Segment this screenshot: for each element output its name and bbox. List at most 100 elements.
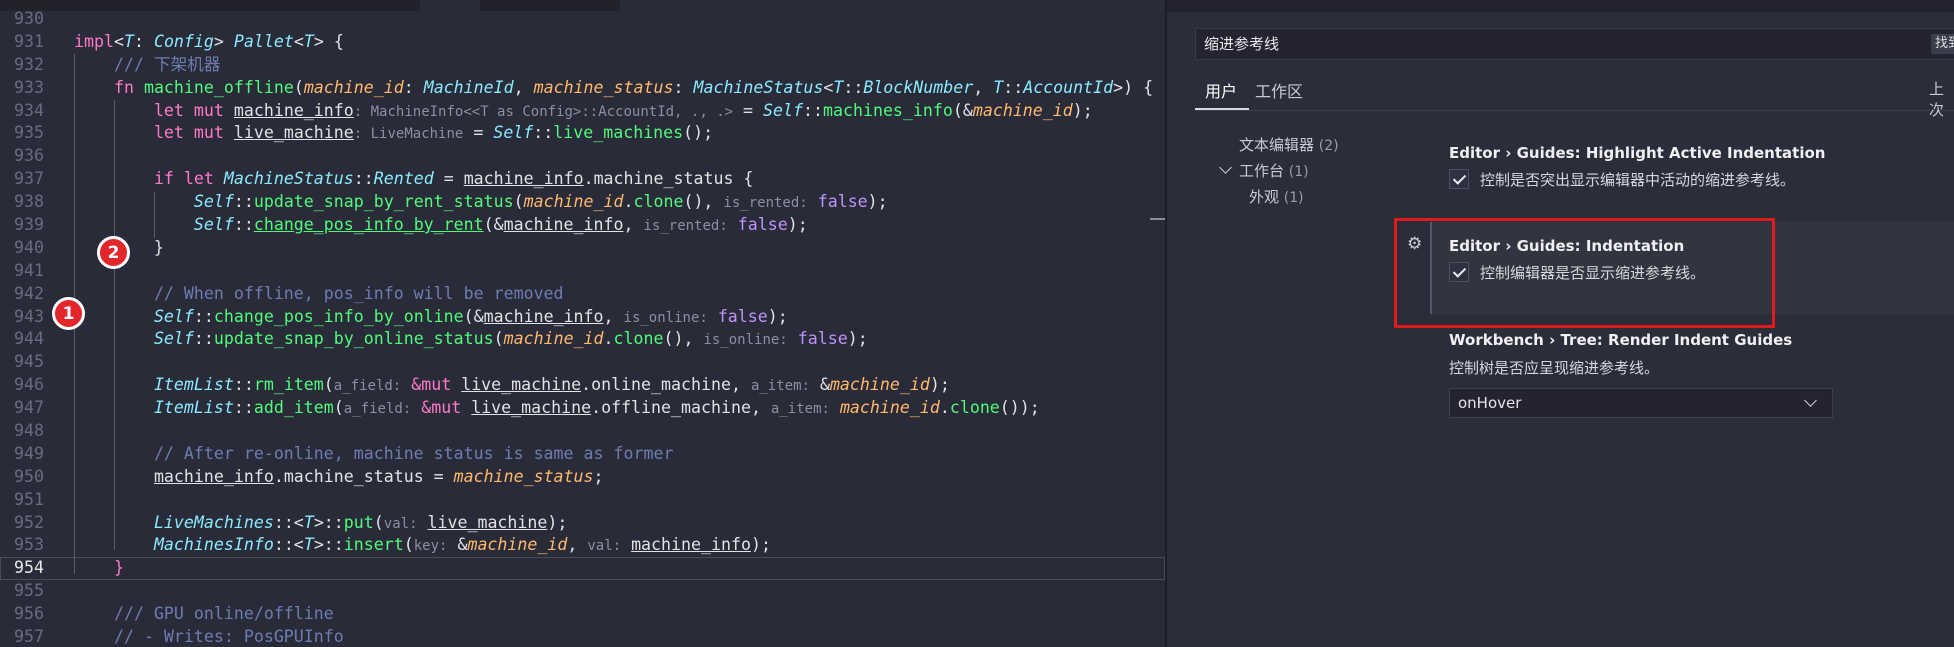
code-line[interactable]: 942 // When offline, pos_info will be re… xyxy=(0,283,1165,306)
line-number: 948 xyxy=(14,421,44,441)
code-line[interactable]: 935 let mut live_machine: LiveMachine = … xyxy=(0,122,1165,145)
search-results-button[interactable]: 找到 xyxy=(1931,34,1954,54)
line-number: 944 xyxy=(14,329,44,349)
annotation-badge-2: 2 xyxy=(97,236,130,269)
highlight-box xyxy=(1394,218,1775,328)
line-code: // - Writes: PosGPUInfo xyxy=(113,627,344,647)
setting-desc-highlight-active: 控制是否突出显示编辑器中活动的缩进参考线。 xyxy=(1480,171,1796,189)
toc-item-workbench[interactable]: 工作台 (1) xyxy=(1239,160,1309,181)
render-indent-guides-select[interactable]: onHover xyxy=(1449,388,1833,418)
checkbox-highlight-active[interactable] xyxy=(1449,169,1469,189)
code-line[interactable]: 947 ItemList::add_item(a_field: &mut liv… xyxy=(0,397,1165,420)
code-lines: 930 931 impl<T: Config> Pallet<T> { 932 ///… xyxy=(0,8,1165,647)
tab-user[interactable]: 用户 xyxy=(1205,78,1237,102)
code-line[interactable]: 937 if let MachineStatus::Rented = machi… xyxy=(0,168,1165,191)
toc-count: (2) xyxy=(1318,138,1339,154)
toc-label: 外观 xyxy=(1249,188,1280,206)
line-number: 945 xyxy=(14,352,44,372)
code-line[interactable]: 949 // After re-online, machine status i… xyxy=(0,443,1165,466)
setting-title-highlight-active: Editor › Guides: Highlight Active Indent… xyxy=(1449,144,1826,162)
line-code: fn machine_offline(machine_id: MachineId… xyxy=(113,77,1154,97)
setting-desc-tree-indent: 控制树是否应呈现缩进参考线。 xyxy=(1449,359,1660,377)
line-code: let mut machine_info: MachineInfo<<T as … xyxy=(153,100,1093,120)
code-line[interactable]: 953 MachinesInfo::<T>::insert(key: &mach… xyxy=(0,534,1165,557)
last-sync-label: 上次 xyxy=(1929,80,1945,119)
line-code: MachinesInfo::<T>::insert(key: &machine_… xyxy=(153,535,771,555)
code-line[interactable]: 931 impl<T: Config> Pallet<T> { xyxy=(0,31,1165,54)
line-number: 938 xyxy=(14,192,44,212)
code-line[interactable]: 933 fn machine_offline(machine_id: Machi… xyxy=(0,77,1165,100)
tab-divider xyxy=(1195,110,1954,111)
line-code: ItemList::add_item(a_field: &mut live_ma… xyxy=(153,398,1040,418)
code-line[interactable]: 956 /// GPU online/offline xyxy=(0,603,1165,626)
code-line[interactable]: 950 machine_info.machine_status = machin… xyxy=(0,466,1165,489)
line-code: } xyxy=(113,558,124,578)
toc-count: (1) xyxy=(1283,190,1304,206)
code-editor[interactable]: 930 931 impl<T: Config> Pallet<T> { 932 ///… xyxy=(0,0,1165,647)
line-code: /// 下架机器 xyxy=(113,54,221,74)
line-code: // When offline, pos_info will be remove… xyxy=(153,283,564,303)
chevron-down-icon[interactable] xyxy=(1219,161,1232,174)
indent-guide-2 xyxy=(114,100,115,550)
code-line[interactable]: 941 xyxy=(0,260,1165,283)
code-line[interactable]: 957 // - Writes: PosGPUInfo xyxy=(0,626,1165,647)
line-code: if let MachineStatus::Rented = machine_i… xyxy=(153,169,754,189)
line-number: 942 xyxy=(14,283,44,303)
code-line[interactable]: 951 xyxy=(0,489,1165,512)
code-line[interactable]: 930 xyxy=(0,8,1165,31)
line-number: 951 xyxy=(14,489,44,509)
code-line[interactable]: 938 Self::update_snap_by_rent_status(mac… xyxy=(0,191,1165,214)
line-code: Self::change_pos_info_by_rent(&machine_i… xyxy=(193,215,808,235)
line-code: // After re-online, machine status is sa… xyxy=(153,443,674,463)
annotation-badge-1: 1 xyxy=(52,297,85,330)
line-number: 943 xyxy=(14,306,44,326)
line-number: 932 xyxy=(14,54,44,74)
code-line[interactable]: 945 xyxy=(0,351,1165,374)
line-code: Self::update_snap_by_online_status(machi… xyxy=(153,329,868,349)
toc-label: 文本编辑器 xyxy=(1239,136,1315,154)
code-line[interactable]: 934 let mut machine_info: MachineInfo<<T… xyxy=(0,100,1165,123)
line-number: 953 xyxy=(14,535,44,555)
toc-count: (1) xyxy=(1288,164,1309,180)
line-code: /// GPU online/offline xyxy=(113,604,334,624)
line-number: 957 xyxy=(14,627,44,647)
code-line[interactable]: 939 Self::change_pos_info_by_rent(&machi… xyxy=(0,214,1165,237)
scrollbar-marker[interactable] xyxy=(1150,218,1165,220)
code-line[interactable]: 944 Self::update_snap_by_online_status(m… xyxy=(0,328,1165,351)
code-line[interactable]: 948 xyxy=(0,420,1165,443)
settings-tab-strip xyxy=(1167,0,1954,12)
line-code: Self::change_pos_info_by_online(&machine… xyxy=(153,306,788,326)
tab-workspace[interactable]: 工作区 xyxy=(1255,78,1303,102)
line-code: impl<T: Config> Pallet<T> { xyxy=(74,31,344,51)
code-line[interactable]: 952 LiveMachines::<T>::put(val: live_mac… xyxy=(0,512,1165,535)
line-code: machine_info.machine_status = machine_st… xyxy=(153,466,604,486)
line-number: 931 xyxy=(14,31,44,51)
line-code: ItemList::rm_item(a_field: &mut live_mac… xyxy=(153,375,950,395)
indent-guide-3 xyxy=(154,192,155,238)
line-number: 941 xyxy=(14,260,44,280)
code-line[interactable]: 954 } xyxy=(0,557,1165,581)
line-number: 934 xyxy=(14,100,44,120)
line-number: 955 xyxy=(14,581,44,601)
line-number: 930 xyxy=(14,9,44,28)
toc-item-text-editor[interactable]: 文本编辑器 (2) xyxy=(1239,134,1339,155)
line-number: 933 xyxy=(14,77,44,97)
code-line[interactable]: 955 xyxy=(0,580,1165,603)
code-line[interactable]: 946 ItemList::rm_item(a_field: &mut live… xyxy=(0,374,1165,397)
code-line[interactable]: 940 } xyxy=(0,237,1165,260)
line-number: 936 xyxy=(14,146,44,166)
line-number: 947 xyxy=(14,398,44,418)
code-line[interactable]: 936 xyxy=(0,145,1165,168)
line-number: 937 xyxy=(14,169,44,189)
line-number: 954 xyxy=(14,558,44,578)
line-code: LiveMachines::<T>::put(val: live_machine… xyxy=(153,512,568,532)
settings-search-input[interactable]: 缩进参考线 xyxy=(1195,28,1954,60)
line-code: let mut live_machine: LiveMachine = Self… xyxy=(153,123,714,143)
line-number: 946 xyxy=(14,375,44,395)
line-code: Self::update_snap_by_rent_status(machine… xyxy=(193,192,888,212)
toc-item-appearance[interactable]: 外观 (1) xyxy=(1249,186,1304,207)
line-number: 952 xyxy=(14,512,44,532)
code-line[interactable]: 932 /// 下架机器 xyxy=(0,54,1165,77)
select-value: onHover xyxy=(1458,394,1522,412)
code-line[interactable]: 943 Self::change_pos_info_by_online(&mac… xyxy=(0,306,1165,329)
